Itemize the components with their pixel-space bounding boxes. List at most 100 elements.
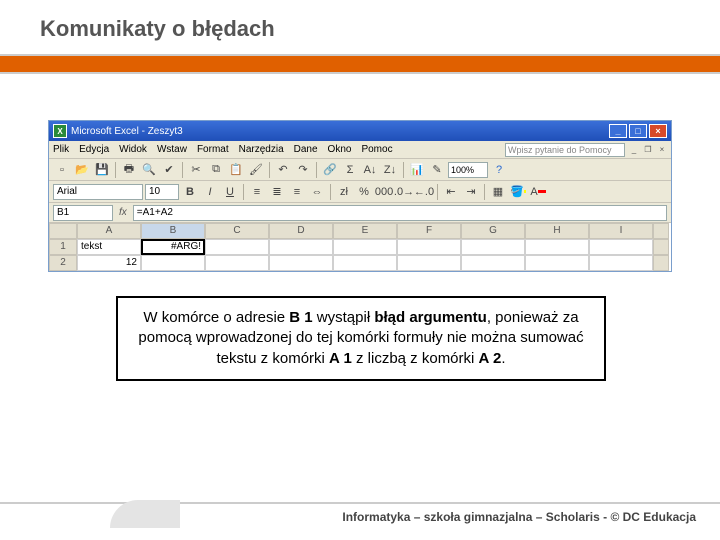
cell-H2[interactable] bbox=[525, 255, 589, 271]
font-name-select[interactable]: Arial bbox=[53, 184, 143, 200]
redo-icon[interactable]: ↷ bbox=[294, 161, 312, 179]
row-header-2[interactable]: 2 bbox=[49, 255, 77, 271]
fill-color-icon[interactable]: 🪣 bbox=[509, 183, 527, 201]
font-color-icon[interactable]: A bbox=[529, 183, 547, 201]
cell-I2[interactable] bbox=[589, 255, 653, 271]
increase-decimal-icon[interactable]: .0→ bbox=[395, 183, 413, 201]
paste-icon[interactable]: 📋 bbox=[227, 161, 245, 179]
cell-D1[interactable] bbox=[269, 239, 333, 255]
align-right-icon[interactable]: ≡ bbox=[288, 183, 306, 201]
col-header-B[interactable]: B bbox=[141, 223, 205, 239]
scroll-stub bbox=[653, 239, 669, 255]
col-header-C[interactable]: C bbox=[205, 223, 269, 239]
cell-E2[interactable] bbox=[333, 255, 397, 271]
autosum-icon[interactable]: Σ bbox=[341, 161, 359, 179]
cell-F2[interactable] bbox=[397, 255, 461, 271]
app-name: Microsoft Excel bbox=[71, 126, 139, 137]
cell-C2[interactable] bbox=[205, 255, 269, 271]
decrease-decimal-icon[interactable]: ←.0 bbox=[415, 183, 433, 201]
menu-format[interactable]: Format bbox=[197, 144, 229, 155]
select-all-button[interactable] bbox=[49, 223, 77, 239]
decrease-indent-icon[interactable]: ⇤ bbox=[442, 183, 460, 201]
minimize-button[interactable]: _ bbox=[609, 124, 627, 138]
col-header-F[interactable]: F bbox=[397, 223, 461, 239]
print-icon[interactable]: 🖶 bbox=[120, 161, 138, 179]
menu-window[interactable]: Okno bbox=[328, 144, 352, 155]
currency-button[interactable]: zł bbox=[335, 183, 353, 201]
explain-text: z liczbą z komórki bbox=[352, 350, 479, 367]
cell-G2[interactable] bbox=[461, 255, 525, 271]
fx-icon[interactable]: fx bbox=[119, 207, 127, 218]
borders-icon[interactable]: ▦ bbox=[489, 183, 507, 201]
separator bbox=[115, 162, 116, 178]
font-size-select[interactable]: 10 bbox=[145, 184, 179, 200]
help-search-input[interactable]: Wpisz pytanie do Pomocy bbox=[505, 143, 625, 157]
cell-B2[interactable] bbox=[141, 255, 205, 271]
open-icon[interactable]: 📂 bbox=[73, 161, 91, 179]
doc-close-button[interactable]: × bbox=[657, 145, 667, 155]
col-header-E[interactable]: E bbox=[333, 223, 397, 239]
col-header-I[interactable]: I bbox=[589, 223, 653, 239]
bold-button[interactable]: B bbox=[181, 183, 199, 201]
explain-a1: A 1 bbox=[329, 350, 352, 367]
cell-D2[interactable] bbox=[269, 255, 333, 271]
cell-A2[interactable]: 12 bbox=[77, 255, 141, 271]
percent-button[interactable]: % bbox=[355, 183, 373, 201]
increase-indent-icon[interactable]: ⇥ bbox=[462, 183, 480, 201]
cell-A1[interactable]: tekst bbox=[77, 239, 141, 255]
menu-tools[interactable]: Narzędzia bbox=[239, 144, 284, 155]
name-box[interactable]: B1 bbox=[53, 205, 113, 221]
cell-G1[interactable] bbox=[461, 239, 525, 255]
explain-text: . bbox=[501, 350, 505, 367]
zoom-select[interactable]: 100% bbox=[448, 162, 488, 178]
col-header-D[interactable]: D bbox=[269, 223, 333, 239]
menu-help[interactable]: Pomoc bbox=[361, 144, 392, 155]
merge-center-icon[interactable]: ⇔ bbox=[308, 183, 326, 201]
cell-E1[interactable] bbox=[333, 239, 397, 255]
menu-data[interactable]: Dane bbox=[294, 144, 318, 155]
cell-I1[interactable] bbox=[589, 239, 653, 255]
sort-asc-icon[interactable]: A↓ bbox=[361, 161, 379, 179]
cell-H1[interactable] bbox=[525, 239, 589, 255]
formula-bar: B1 fx =A1+A2 bbox=[49, 203, 671, 223]
print-preview-icon[interactable]: 🔍 bbox=[140, 161, 158, 179]
titlebar: X Microsoft Excel - Zeszyt3 _ □ × bbox=[49, 121, 671, 141]
undo-icon[interactable]: ↶ bbox=[274, 161, 292, 179]
chart-icon[interactable]: 📊 bbox=[408, 161, 426, 179]
cell-B1[interactable]: #ARG! bbox=[141, 239, 205, 255]
cut-icon[interactable]: ✂ bbox=[187, 161, 205, 179]
row-header-1[interactable]: 1 bbox=[49, 239, 77, 255]
help-icon[interactable]: ? bbox=[490, 161, 508, 179]
close-button[interactable]: × bbox=[649, 124, 667, 138]
sort-desc-icon[interactable]: Z↓ bbox=[381, 161, 399, 179]
cell-C1[interactable] bbox=[205, 239, 269, 255]
menu-edit[interactable]: Edycja bbox=[79, 144, 109, 155]
separator bbox=[316, 162, 317, 178]
align-left-icon[interactable]: ≡ bbox=[248, 183, 266, 201]
hyperlink-icon[interactable]: 🔗 bbox=[321, 161, 339, 179]
italic-button[interactable]: I bbox=[201, 183, 219, 201]
save-icon[interactable]: 💾 bbox=[93, 161, 111, 179]
maximize-button[interactable]: □ bbox=[629, 124, 647, 138]
align-center-icon[interactable]: ≣ bbox=[268, 183, 286, 201]
format-painter-icon[interactable]: 🖌 bbox=[247, 161, 265, 179]
cell-F1[interactable] bbox=[397, 239, 461, 255]
formula-input[interactable]: =A1+A2 bbox=[133, 205, 667, 221]
explanation-box: W komórce o adresie B 1 wystąpił błąd ar… bbox=[116, 296, 606, 381]
explain-text: wystąpił bbox=[313, 309, 375, 326]
copy-icon[interactable]: ⧉ bbox=[207, 161, 225, 179]
col-header-A[interactable]: A bbox=[77, 223, 141, 239]
comma-style-icon[interactable]: 000 bbox=[375, 183, 393, 201]
doc-restore-button[interactable]: ❐ bbox=[643, 145, 653, 155]
menu-view[interactable]: Widok bbox=[119, 144, 147, 155]
doc-minimize-button[interactable]: _ bbox=[629, 145, 639, 155]
col-header-H[interactable]: H bbox=[525, 223, 589, 239]
drawing-icon[interactable]: ✎ bbox=[428, 161, 446, 179]
underline-button[interactable]: U bbox=[221, 183, 239, 201]
menu-file[interactable]: Plik bbox=[53, 144, 69, 155]
col-header-G[interactable]: G bbox=[461, 223, 525, 239]
new-icon[interactable]: ▫ bbox=[53, 161, 71, 179]
menu-insert[interactable]: Wstaw bbox=[157, 144, 187, 155]
scroll-stub bbox=[653, 255, 669, 271]
spellcheck-icon[interactable]: ✔ bbox=[160, 161, 178, 179]
